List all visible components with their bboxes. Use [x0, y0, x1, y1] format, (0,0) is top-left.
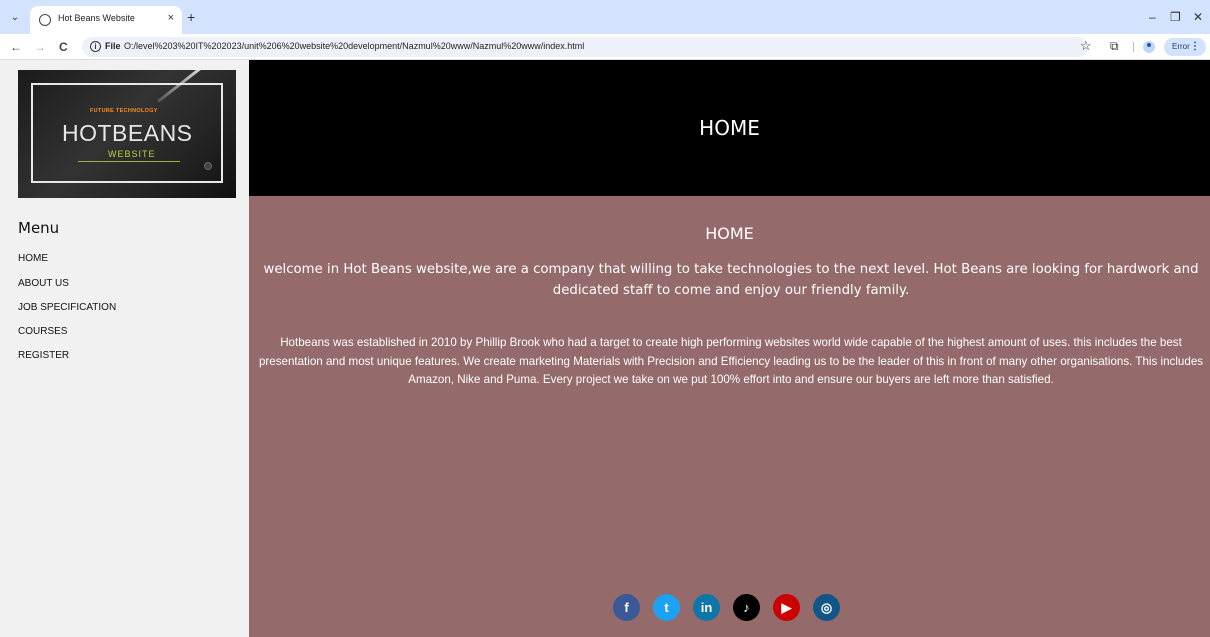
logo-subtitle: WEBSITE: [108, 149, 156, 159]
sidebar-item-register[interactable]: REGISTER: [18, 350, 69, 361]
info-icon[interactable]: i: [90, 41, 101, 52]
welcome-text: welcome in Hot Beans website,we are a co…: [263, 262, 1199, 298]
menu-heading: Menu: [18, 219, 60, 237]
sidebar-item-about-us[interactable]: ABOUT US: [18, 278, 69, 289]
instagram-icon[interactable]: ◎: [813, 594, 840, 621]
error-button[interactable]: Error ⋮: [1164, 38, 1206, 56]
tiktok-icon[interactable]: ♪: [733, 594, 760, 621]
sidebar-item-home[interactable]: HOME: [18, 253, 48, 264]
sidebar-item-courses[interactable]: COURSES: [18, 326, 67, 337]
address-toolbar: ← → C i File O:/level%203%20IT%202023/un…: [0, 34, 1210, 60]
more-menu-icon[interactable]: ⋮: [1190, 38, 1200, 56]
header-title: HOME: [699, 116, 760, 140]
tab-search-button[interactable]: ⌄: [6, 9, 24, 27]
toolbar-divider: [1133, 42, 1134, 52]
facebook-icon[interactable]: f: [613, 594, 640, 621]
close-window-button[interactable]: ✕: [1193, 10, 1203, 24]
page-header: HOME: [249, 60, 1210, 196]
minimize-button[interactable]: –: [1149, 10, 1156, 24]
hotbeans-logo: FUTURE TECHNOLOGY HOTBEANS WEBSITE: [18, 70, 236, 198]
sidebar: FUTURE TECHNOLOGY HOTBEANS WEBSITE Menu …: [0, 60, 249, 637]
extensions-icon[interactable]: ⧉: [1110, 38, 1119, 54]
about-text: Hotbeans was established in 2010 by Phil…: [258, 336, 1204, 386]
browser-tab[interactable]: Hot Beans Website ×: [30, 6, 182, 34]
new-tab-button[interactable]: +: [187, 9, 195, 25]
address-bar[interactable]: i File O:/level%203%20IT%202023/unit%206…: [82, 37, 1088, 57]
logo-dot: [204, 162, 212, 170]
logo-name: HOTBEANS: [62, 120, 193, 146]
browser-tab-strip: ⌄ Hot Beans Website × + – ❐ ✕: [0, 0, 1210, 34]
page-title: HOME: [705, 224, 754, 243]
back-button[interactable]: ←: [10, 39, 22, 55]
linkedin-icon[interactable]: in: [693, 594, 720, 621]
youtube-icon[interactable]: ▶: [773, 594, 800, 621]
url-text[interactable]: O:/level%203%20IT%202023/unit%206%20webs…: [124, 41, 584, 51]
logo-tagline: FUTURE TECHNOLOGY: [90, 108, 158, 114]
file-scheme-label: File: [105, 41, 121, 51]
twitter-icon[interactable]: t: [653, 594, 680, 621]
globe-icon: [39, 14, 51, 26]
sidebar-item-job-specification[interactable]: JOB SPECIFICATION: [18, 302, 116, 313]
main-content: HOME welcome in Hot Beans website,we are…: [249, 196, 1210, 637]
restore-button[interactable]: ❐: [1170, 10, 1181, 24]
profile-icon[interactable]: [1143, 41, 1155, 53]
bookmark-star-icon[interactable]: ☆: [1080, 38, 1092, 54]
error-label: Error: [1172, 42, 1190, 51]
reload-button[interactable]: C: [59, 39, 68, 55]
forward-button[interactable]: →: [34, 39, 46, 55]
tab-title: Hot Beans Website: [58, 13, 135, 23]
tab-close-button[interactable]: ×: [168, 12, 174, 24]
logo-underline: [78, 161, 180, 162]
